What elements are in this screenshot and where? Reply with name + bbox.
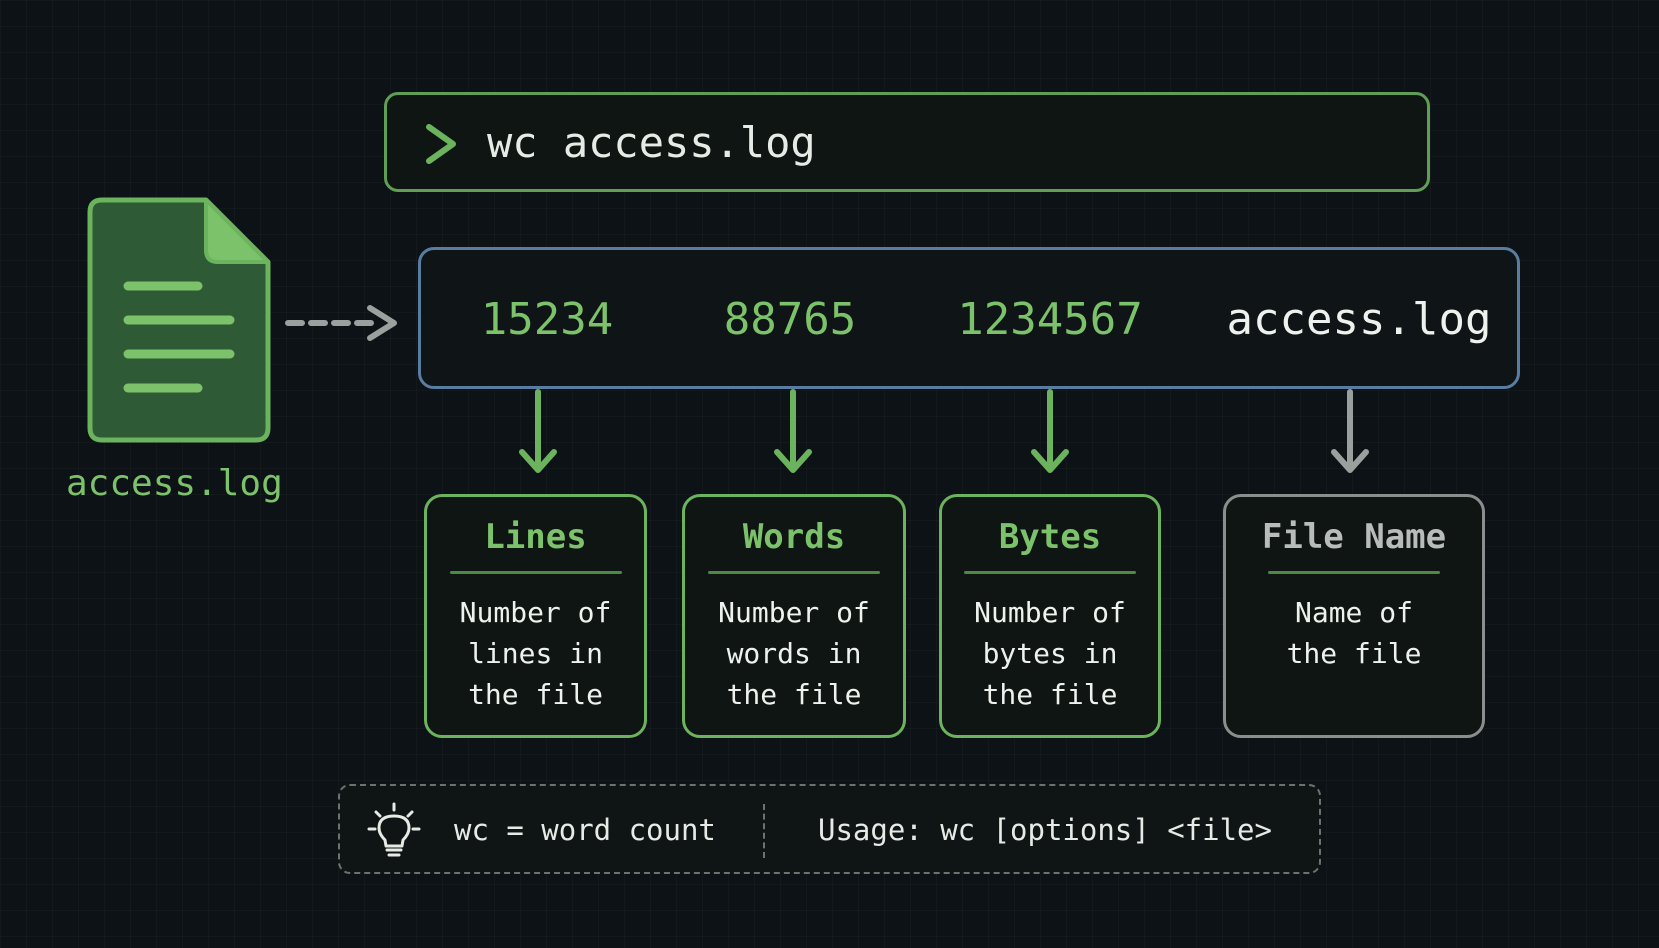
output-lines-value: 15234 xyxy=(480,294,614,345)
arrow-to-lines xyxy=(519,389,557,473)
bytes-card-desc: Number of bytes in the file xyxy=(974,596,1126,711)
output-words-value: 88765 xyxy=(723,294,857,345)
card-divider xyxy=(708,571,880,574)
card-divider xyxy=(964,571,1136,574)
bytes-card: Bytes Number of bytes in the file xyxy=(939,494,1161,738)
input-arrow xyxy=(285,305,397,341)
filename-card: File Name Name of the file xyxy=(1223,494,1485,738)
lightbulb-icon xyxy=(367,802,421,857)
document-icon xyxy=(87,197,271,443)
card-divider xyxy=(449,571,622,574)
bytes-card-title: Bytes xyxy=(998,517,1102,557)
card-divider xyxy=(1268,571,1440,574)
filename-card-title: File Name xyxy=(1261,517,1447,557)
input-file-label: access.log xyxy=(66,463,283,504)
arrow-to-bytes xyxy=(1031,389,1069,473)
words-card-desc: Number of words in the file xyxy=(718,596,870,711)
output-bytes-value: 1234567 xyxy=(957,294,1143,345)
words-card-title: Words xyxy=(742,517,846,557)
arrow-to-filename xyxy=(1331,389,1369,473)
tip-definition: wc = word count xyxy=(454,813,716,847)
lines-card-desc: Number of lines in the file xyxy=(459,596,612,711)
words-card: Words Number of words in the file xyxy=(682,494,906,738)
chevron-right-icon xyxy=(426,124,456,164)
tip-divider xyxy=(763,804,765,858)
output-filename-value: access.log xyxy=(1226,294,1492,345)
command-text: wc access.log xyxy=(487,118,816,167)
output-box: 15234 88765 1234567 access.log xyxy=(418,247,1520,389)
lines-card-title: Lines xyxy=(484,517,587,557)
command-box: wc access.log xyxy=(384,92,1430,192)
lines-card: Lines Number of lines in the file xyxy=(424,494,647,738)
arrow-to-words xyxy=(774,389,812,473)
filename-card-desc: Name of the file xyxy=(1286,596,1422,670)
tip-box: wc = word count Usage: wc [options] <fil… xyxy=(338,784,1321,874)
tip-usage: Usage: wc [options] <file> xyxy=(818,813,1272,847)
